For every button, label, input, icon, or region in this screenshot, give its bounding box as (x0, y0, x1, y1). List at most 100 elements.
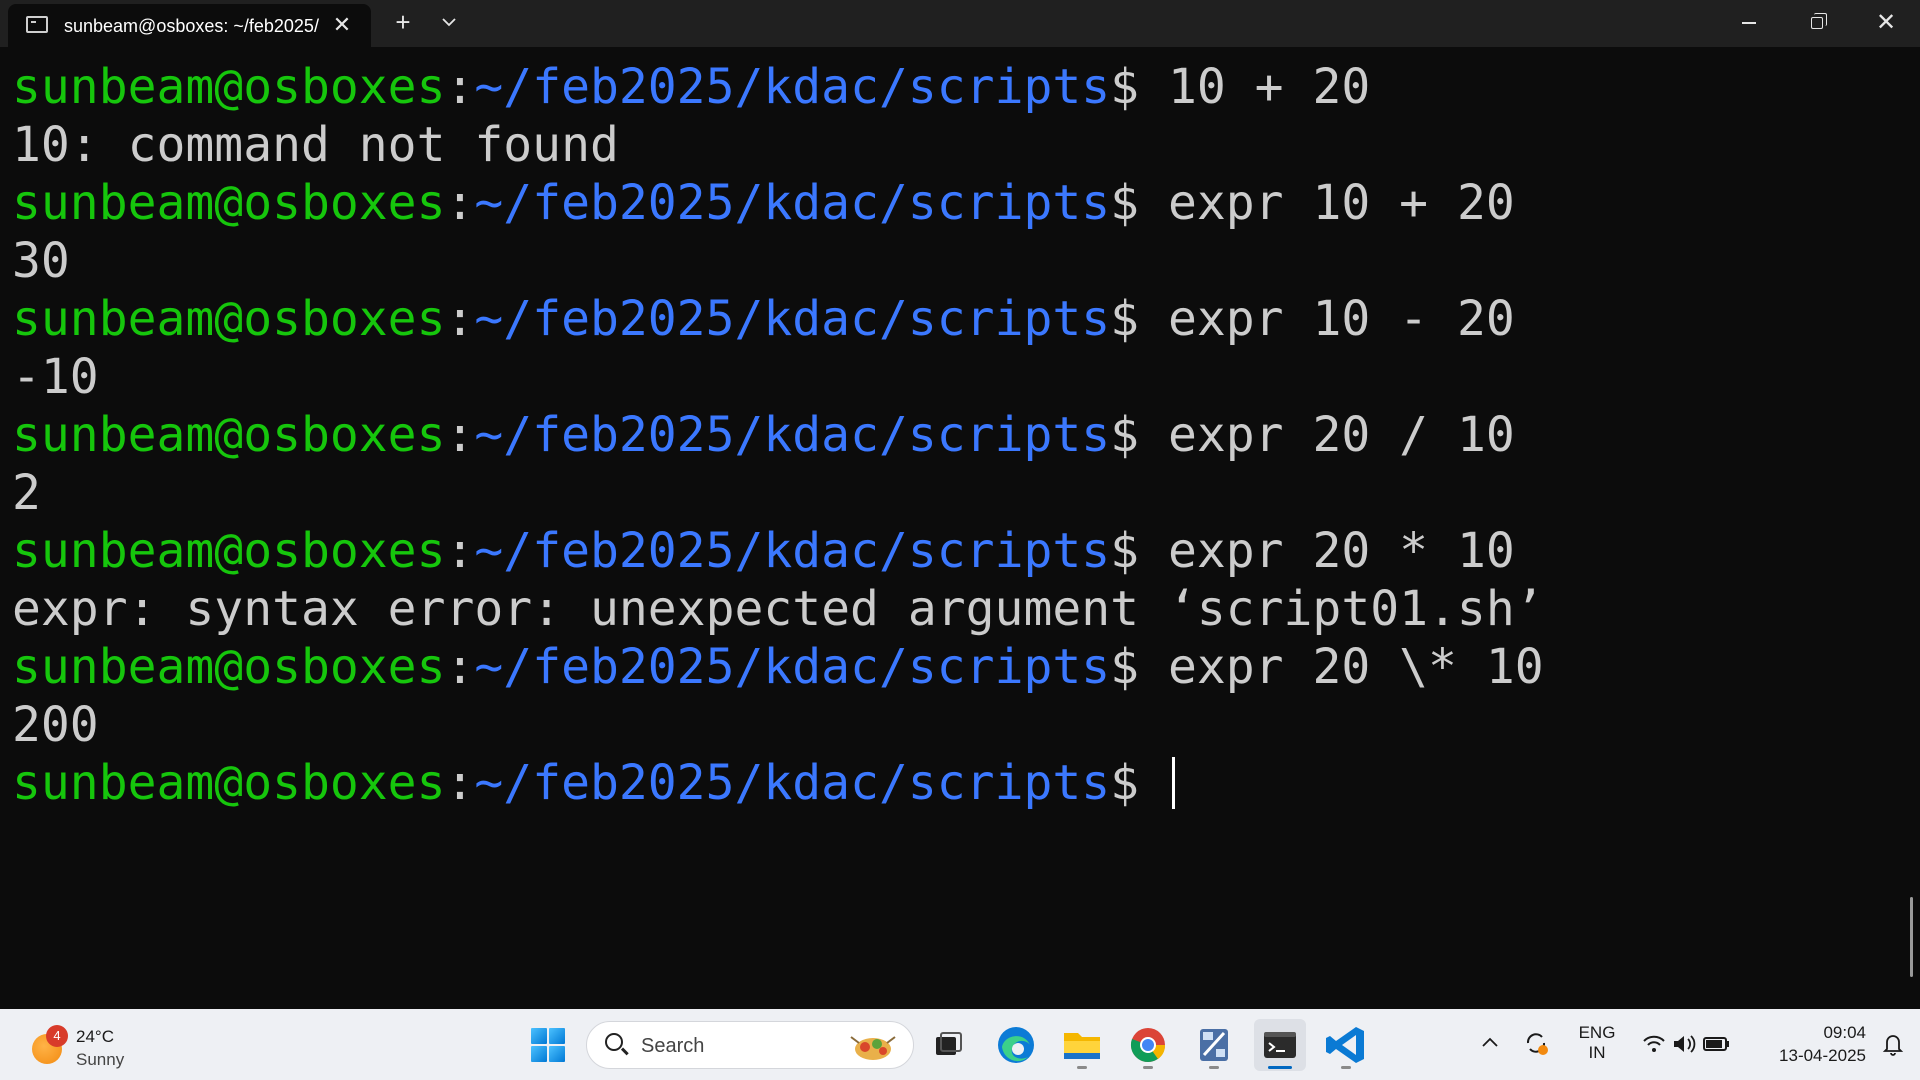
terminal-button[interactable] (1254, 1019, 1306, 1071)
prompt-separator: : (445, 755, 475, 811)
restore-icon (1811, 13, 1827, 29)
task-view-button[interactable] (922, 1019, 974, 1071)
prompt-user-host: sunbeam@osboxes (12, 523, 446, 579)
notification-bell-icon (1882, 1035, 1904, 1056)
weather-condition: Sunny (76, 1050, 125, 1069)
prompt-symbol: $ (1110, 291, 1168, 347)
edge-icon (998, 1027, 1034, 1063)
prompt-line: sunbeam@osboxes:~/feb2025/kdac/scripts$ (12, 754, 1175, 812)
prompt-path: ~/feb2025/kdac/scripts (474, 755, 1111, 811)
start-icon-part (531, 1046, 547, 1062)
output-line: 2 (12, 465, 41, 521)
chevron-up-icon (1482, 1037, 1498, 1047)
prompt-line: sunbeam@osboxes:~/feb2025/kdac/scripts$ … (12, 290, 1515, 348)
new-tab-button[interactable]: + (388, 8, 418, 38)
file-explorer-button[interactable] (1056, 1019, 1108, 1071)
search-icon (605, 1033, 623, 1051)
clock-date: 13-04-2025 (1779, 1046, 1866, 1065)
prompt-separator: : (445, 291, 475, 347)
close-button[interactable]: ✕ (1852, 0, 1920, 46)
chrome-icon (1130, 1028, 1166, 1062)
close-icon: ✕ (1876, 9, 1897, 36)
system-tray: ENG IN 09:04 13-04-2025 (1470, 1009, 1920, 1080)
sync-button[interactable] (1522, 1029, 1550, 1062)
terminal-tab-icon (26, 16, 48, 33)
task-view-icon (936, 1032, 962, 1055)
network-volume-battery-icons (1643, 1035, 1729, 1053)
tab-dropdown-button[interactable] (436, 8, 462, 38)
prompt-symbol: $ (1110, 755, 1168, 811)
prompt-user-host: sunbeam@osboxes (12, 639, 446, 695)
start-icon-part (549, 1028, 565, 1044)
prompt-symbol: $ (1110, 59, 1168, 115)
scrollbar-thumb[interactable] (1910, 897, 1913, 977)
running-indicator (1209, 1066, 1219, 1069)
prompt-path: ~/feb2025/kdac/scripts (474, 59, 1111, 115)
prompt-user-host: sunbeam@osboxes (12, 755, 446, 811)
prompt-path: ~/feb2025/kdac/scripts (474, 407, 1111, 463)
prompt-separator: : (445, 523, 475, 579)
chevron-down-icon (442, 18, 456, 27)
prompt-line: sunbeam@osboxes:~/feb2025/kdac/scripts$ … (12, 58, 1370, 116)
show-hidden-icons-button[interactable] (1480, 1031, 1500, 1054)
command-text: expr 20 * 10 (1167, 523, 1515, 579)
weather-widget[interactable]: 4 24°C Sunny (24, 1021, 164, 1071)
prompt-symbol: $ (1110, 407, 1168, 463)
edge-button[interactable] (990, 1019, 1042, 1071)
terminal-output[interactable]: sunbeam@osboxes:~/feb2025/kdac/scripts$ … (0, 47, 1920, 1009)
prompt-separator: : (445, 175, 475, 231)
prompt-user-host: sunbeam@osboxes (12, 59, 446, 115)
restore-button[interactable] (1782, 0, 1850, 46)
terminal-tab[interactable]: sunbeam@osboxes: ~/feb2025/kdac/scripts … (8, 4, 371, 47)
clock-time: 09:04 (1823, 1023, 1866, 1042)
quick-settings-button[interactable] (1640, 1031, 1736, 1062)
output-line: 200 (12, 697, 99, 753)
notifications-button[interactable] (1880, 1031, 1906, 1062)
clock[interactable]: 09:04 13-04-2025 (1746, 1021, 1866, 1067)
running-indicator (1143, 1066, 1153, 1069)
prompt-path: ~/feb2025/kdac/scripts (474, 291, 1111, 347)
command-text: expr 10 - 20 (1167, 291, 1515, 347)
tab-close-icon[interactable]: ✕ (330, 13, 354, 37)
output-line: -10 (12, 349, 99, 405)
chrome-button[interactable] (1122, 1019, 1174, 1071)
calculator-button[interactable] (1188, 1019, 1240, 1071)
file-explorer-icon (1064, 1033, 1100, 1059)
prompt-user-host: sunbeam@osboxes (12, 291, 446, 347)
command-text: expr 20 \* 10 (1167, 639, 1544, 695)
command-text: expr 10 + 20 (1167, 175, 1515, 231)
title-bar: sunbeam@osboxes: ~/feb2025/kdac/scripts … (0, 0, 1920, 47)
tab-title: sunbeam@osboxes: ~/feb2025/kdac/scripts (64, 16, 320, 36)
running-indicator (1077, 1066, 1087, 1069)
prompt-symbol: $ (1110, 523, 1168, 579)
prompt-path: ~/feb2025/kdac/scripts (474, 639, 1111, 695)
running-indicator (1341, 1066, 1351, 1069)
active-indicator (1268, 1066, 1292, 1069)
prompt-user-host: sunbeam@osboxes (12, 407, 446, 463)
taskbar: 4 24°C Sunny Search ENG IN 09:04 13-04-2… (0, 1009, 1920, 1080)
minimize-button[interactable] (1714, 0, 1782, 46)
prompt-separator: : (445, 407, 475, 463)
terminal-icon (1264, 1032, 1296, 1058)
start-icon-part (549, 1046, 565, 1062)
region-code: IN (1588, 1043, 1606, 1062)
calculator-icon (1200, 1029, 1228, 1061)
text-cursor (1171, 757, 1175, 809)
search-highlight-icon (850, 1036, 896, 1060)
prompt-line: sunbeam@osboxes:~/feb2025/kdac/scripts$ … (12, 522, 1515, 580)
prompt-path: ~/feb2025/kdac/scripts (474, 523, 1111, 579)
command-text: expr 20 / 10 (1167, 407, 1515, 463)
prompt-separator: : (445, 639, 475, 695)
search-placeholder: Search (641, 1035, 705, 1057)
vscode-button[interactable] (1320, 1019, 1372, 1071)
search-box[interactable]: Search (586, 1021, 914, 1069)
weather-temperature: 24°C (76, 1027, 114, 1046)
sync-icon (1526, 1033, 1548, 1055)
prompt-symbol: $ (1110, 175, 1168, 231)
prompt-line: sunbeam@osboxes:~/feb2025/kdac/scripts$ … (12, 638, 1544, 696)
vscode-icon (1326, 1027, 1364, 1063)
prompt-user-host: sunbeam@osboxes (12, 175, 446, 231)
notification-badge: 4 (46, 1025, 68, 1047)
start-button[interactable] (522, 1019, 574, 1071)
input-language-button[interactable]: ENG IN (1574, 1023, 1620, 1063)
